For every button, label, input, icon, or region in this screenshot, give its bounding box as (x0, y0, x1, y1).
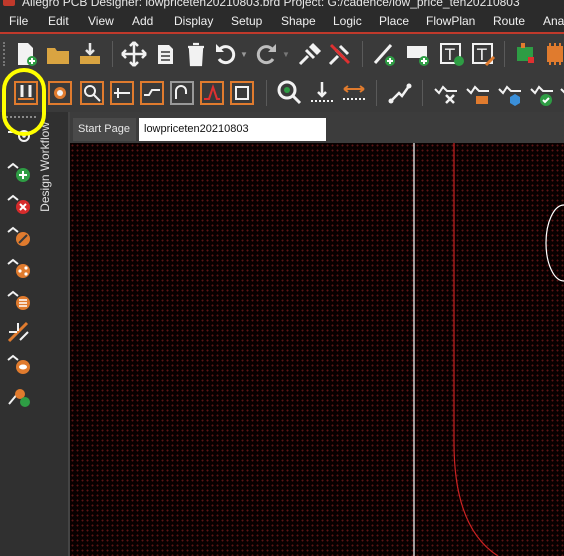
design-workflow-panel (0, 112, 68, 556)
route-more-icon[interactable] (558, 79, 564, 107)
connect-route-icon[interactable] (108, 79, 136, 107)
mounting-hole-outline (545, 204, 564, 282)
dimension-icon[interactable] (340, 79, 368, 107)
toolbar-separator (504, 41, 505, 67)
route-book-icon[interactable] (464, 79, 492, 107)
board-outline-icon[interactable] (228, 79, 256, 107)
tab-start-page[interactable]: Start Page (73, 118, 136, 141)
workflow-add-icon[interactable] (6, 160, 32, 184)
redo-icon[interactable] (252, 40, 280, 68)
timing-route-icon[interactable] (198, 79, 226, 107)
title-bar: Allegro PCB Designer: lowpriceten2021080… (0, 0, 564, 10)
design-canvas[interactable] (70, 143, 564, 556)
workflow-remove-icon[interactable] (6, 192, 32, 216)
route-check-icon[interactable] (528, 79, 556, 107)
add-connect-icon[interactable] (386, 79, 414, 107)
board-geometry (413, 143, 564, 556)
tab-board-file[interactable]: lowpriceten20210803 (139, 118, 326, 141)
toolbar-separator (376, 80, 377, 106)
copy-icon[interactable] (152, 40, 180, 68)
menu-setup[interactable]: Setup (231, 14, 262, 28)
document-tabs: Start Page lowpriceten20210803 (70, 112, 564, 143)
undo-icon[interactable] (212, 40, 240, 68)
menu-view[interactable]: View (88, 14, 114, 28)
route-tools-icon[interactable] (432, 79, 460, 107)
toolbar-grip[interactable] (3, 42, 9, 66)
interactive-route-icon[interactable] (168, 79, 196, 107)
add-shape-icon[interactable] (404, 40, 432, 68)
workflow-route-icon[interactable] (6, 320, 32, 344)
pin-icon[interactable] (296, 40, 324, 68)
menu-display[interactable]: Display (174, 14, 213, 28)
workflow-finalize-icon[interactable] (6, 384, 32, 408)
measure-icon[interactable] (308, 79, 336, 107)
toolbar-separator (266, 80, 267, 106)
menu-logic[interactable]: Logic (333, 14, 362, 28)
annotation-circle (2, 68, 46, 136)
main-toolbar: ▼ ▼ T T (0, 34, 564, 74)
undo-dropdown-icon[interactable]: ▼ (240, 50, 248, 59)
menu-file[interactable]: File (9, 14, 28, 28)
edit-text-icon[interactable]: T (470, 40, 498, 68)
svg-text:T: T (476, 45, 487, 64)
slide-route-icon[interactable] (138, 79, 166, 107)
zoom-fit-icon[interactable] (276, 79, 304, 107)
chip-icon[interactable] (542, 40, 564, 68)
svg-text:T: T (444, 45, 455, 64)
delete-icon[interactable] (182, 40, 210, 68)
save-icon[interactable] (76, 40, 104, 68)
toolbar-separator (112, 41, 113, 67)
menu-add[interactable]: Add (132, 14, 153, 28)
menu-route[interactable]: Route (493, 14, 525, 28)
menu-edit[interactable]: Edit (48, 14, 69, 28)
toolbar-separator (422, 80, 423, 106)
color-settings-icon[interactable] (46, 79, 74, 107)
workflow-list-icon[interactable] (6, 288, 32, 312)
route-3d-icon[interactable] (496, 79, 524, 107)
secondary-toolbar (0, 74, 564, 112)
app-icon (3, 0, 15, 6)
menu-bar: File Edit View Add Display Setup Shape L… (0, 10, 564, 32)
workflow-edit-icon[interactable] (6, 224, 32, 248)
menu-shape[interactable]: Shape (281, 14, 316, 28)
route-keepout-trace (453, 143, 499, 556)
add-text-icon[interactable]: T (438, 40, 466, 68)
move-icon[interactable] (120, 40, 148, 68)
toolbar-separator (362, 41, 363, 67)
menu-analyze[interactable]: Ana (543, 14, 564, 28)
window-title: Allegro PCB Designer: lowpriceten2021080… (22, 0, 520, 9)
design-workflow-tab[interactable]: Design Workflow (38, 122, 52, 212)
menu-flowplan[interactable]: FlowPlan (426, 14, 475, 28)
open-folder-icon[interactable] (44, 40, 72, 68)
component-icon[interactable] (512, 40, 540, 68)
unpin-icon[interactable] (326, 40, 354, 68)
workflow-share-icon[interactable] (6, 256, 32, 280)
snap-pick-icon[interactable] (78, 79, 106, 107)
workflow-view-icon[interactable] (6, 352, 32, 376)
add-line-icon[interactable] (370, 40, 398, 68)
redo-dropdown-icon[interactable]: ▼ (282, 50, 290, 59)
new-file-icon[interactable] (12, 40, 40, 68)
menu-place[interactable]: Place (379, 14, 409, 28)
